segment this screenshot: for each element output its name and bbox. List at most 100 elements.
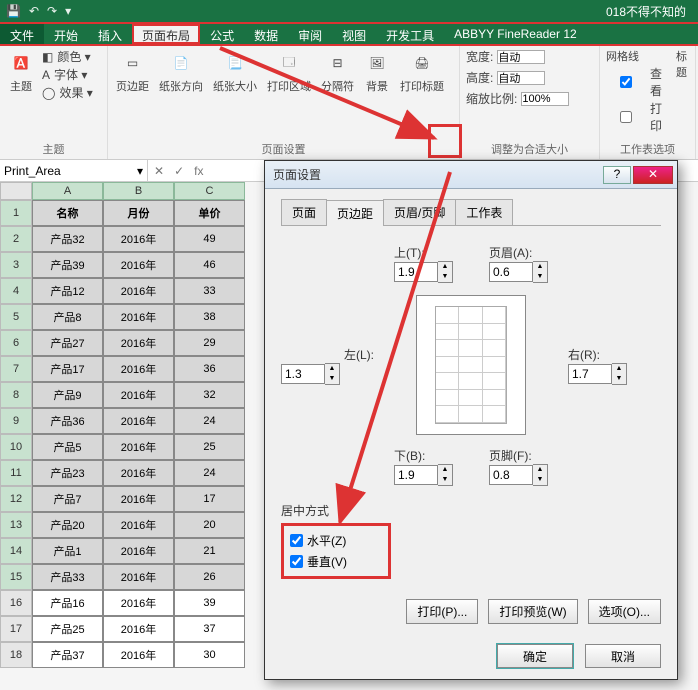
- header-margin-spin[interactable]: ▲▼: [489, 261, 548, 283]
- row-header[interactable]: 18: [0, 642, 32, 668]
- row-header[interactable]: 16: [0, 590, 32, 616]
- cell[interactable]: 25: [174, 434, 245, 460]
- row-header[interactable]: 12: [0, 486, 32, 512]
- cell[interactable]: 2016年: [103, 226, 174, 252]
- cell[interactable]: 2016年: [103, 564, 174, 590]
- right-margin-spin[interactable]: ▲▼: [568, 363, 661, 385]
- cell[interactable]: 产品20: [32, 512, 103, 538]
- redo-icon[interactable]: ↷: [47, 4, 57, 18]
- dialog-tab-margins[interactable]: 页边距: [326, 200, 384, 226]
- bottom-margin-spin[interactable]: ▲▼: [394, 464, 453, 486]
- cell[interactable]: 产品16: [32, 590, 103, 616]
- cell[interactable]: 2016年: [103, 278, 174, 304]
- breaks-button[interactable]: ⊟分隔符: [319, 48, 356, 96]
- cell[interactable]: 产品8: [32, 304, 103, 330]
- dialog-help-button[interactable]: ?: [603, 166, 631, 184]
- gridlines-view-check[interactable]: [606, 76, 646, 88]
- undo-icon[interactable]: ↶: [29, 4, 39, 18]
- zoom-input[interactable]: [521, 92, 569, 106]
- header-cell[interactable]: 月份: [103, 200, 174, 226]
- tab-view[interactable]: 视图: [332, 24, 376, 44]
- cancel-icon[interactable]: ✕: [154, 164, 164, 178]
- row-header[interactable]: 14: [0, 538, 32, 564]
- fx-icon[interactable]: fx: [194, 164, 203, 178]
- dialog-tab-page[interactable]: 页面: [281, 199, 327, 225]
- row-header[interactable]: 13: [0, 512, 32, 538]
- footer-margin-spin[interactable]: ▲▼: [489, 464, 548, 486]
- ok-button[interactable]: 确定: [497, 644, 573, 668]
- row-header[interactable]: 3: [0, 252, 32, 278]
- tab-formulas[interactable]: 公式: [200, 24, 244, 44]
- theme-colors[interactable]: ◧颜色 ▾: [42, 48, 93, 65]
- row-header[interactable]: 2: [0, 226, 32, 252]
- options-button[interactable]: 选项(O)...: [588, 599, 661, 624]
- header-cell[interactable]: 单价: [174, 200, 245, 226]
- row-header[interactable]: 9: [0, 408, 32, 434]
- qat-dropdown-icon[interactable]: ▾: [65, 4, 71, 18]
- tab-home[interactable]: 开始: [44, 24, 88, 44]
- cell[interactable]: 2016年: [103, 356, 174, 382]
- cell[interactable]: 2016年: [103, 252, 174, 278]
- row-header[interactable]: 6: [0, 330, 32, 356]
- cell[interactable]: 产品17: [32, 356, 103, 382]
- cell[interactable]: 33: [174, 278, 245, 304]
- row-header[interactable]: 7: [0, 356, 32, 382]
- cell[interactable]: 20: [174, 512, 245, 538]
- cell[interactable]: 2016年: [103, 642, 174, 668]
- cell[interactable]: 产品33: [32, 564, 103, 590]
- margins-button[interactable]: ▭页边距: [114, 48, 151, 96]
- cell[interactable]: 产品7: [32, 486, 103, 512]
- cell[interactable]: 2016年: [103, 460, 174, 486]
- print-button[interactable]: 打印(P)...: [406, 599, 478, 624]
- cell[interactable]: 24: [174, 460, 245, 486]
- cell[interactable]: 2016年: [103, 382, 174, 408]
- cell[interactable]: 2016年: [103, 330, 174, 356]
- cell[interactable]: 2016年: [103, 512, 174, 538]
- col-header[interactable]: C: [174, 182, 245, 200]
- tab-file[interactable]: 文件: [0, 24, 44, 44]
- width-input[interactable]: [497, 50, 545, 64]
- cell[interactable]: 产品5: [32, 434, 103, 460]
- enter-icon[interactable]: ✓: [174, 164, 184, 178]
- center-horizontal[interactable]: 水平(Z): [290, 530, 382, 551]
- dialog-tab-sheet[interactable]: 工作表: [455, 199, 513, 225]
- gridlines-print-check[interactable]: [606, 111, 646, 123]
- cell[interactable]: 21: [174, 538, 245, 564]
- namebox-dropdown-icon[interactable]: ▾: [137, 164, 143, 178]
- save-icon[interactable]: 💾: [6, 4, 21, 18]
- print-preview-button[interactable]: 打印预览(W): [488, 599, 577, 624]
- cell[interactable]: 49: [174, 226, 245, 252]
- cancel-button[interactable]: 取消: [585, 644, 661, 668]
- cell[interactable]: 2016年: [103, 538, 174, 564]
- cell[interactable]: 30: [174, 642, 245, 668]
- cell[interactable]: 36: [174, 356, 245, 382]
- size-button[interactable]: 📃纸张大小: [211, 48, 259, 96]
- cell[interactable]: 29: [174, 330, 245, 356]
- themes-button[interactable]: 🅰️主题: [6, 48, 36, 96]
- cell[interactable]: 产品23: [32, 460, 103, 486]
- cell[interactable]: 17: [174, 486, 245, 512]
- cell[interactable]: 2016年: [103, 408, 174, 434]
- cell[interactable]: 39: [174, 590, 245, 616]
- header-cell[interactable]: 名称: [32, 200, 103, 226]
- left-margin-spin[interactable]: ▲▼: [281, 363, 374, 385]
- tab-abbyy[interactable]: ABBYY FineReader 12: [444, 24, 587, 44]
- cell[interactable]: 产品9: [32, 382, 103, 408]
- cell[interactable]: 26: [174, 564, 245, 590]
- col-header[interactable]: A: [32, 182, 103, 200]
- cell[interactable]: 2016年: [103, 304, 174, 330]
- row-header[interactable]: 10: [0, 434, 32, 460]
- orientation-button[interactable]: 📄纸张方向: [157, 48, 205, 96]
- name-box[interactable]: Print_Area▾: [0, 160, 148, 181]
- cell[interactable]: 37: [174, 616, 245, 642]
- theme-effects[interactable]: ◯效果 ▾: [42, 84, 93, 101]
- row-header[interactable]: 5: [0, 304, 32, 330]
- cell[interactable]: 产品25: [32, 616, 103, 642]
- cell[interactable]: 产品39: [32, 252, 103, 278]
- cell[interactable]: 2016年: [103, 590, 174, 616]
- cell[interactable]: 产品12: [32, 278, 103, 304]
- row-header[interactable]: 4: [0, 278, 32, 304]
- print-area-button[interactable]: 🗔打印区域: [265, 48, 313, 96]
- theme-fonts[interactable]: A字体 ▾: [42, 66, 93, 83]
- row-header[interactable]: 15: [0, 564, 32, 590]
